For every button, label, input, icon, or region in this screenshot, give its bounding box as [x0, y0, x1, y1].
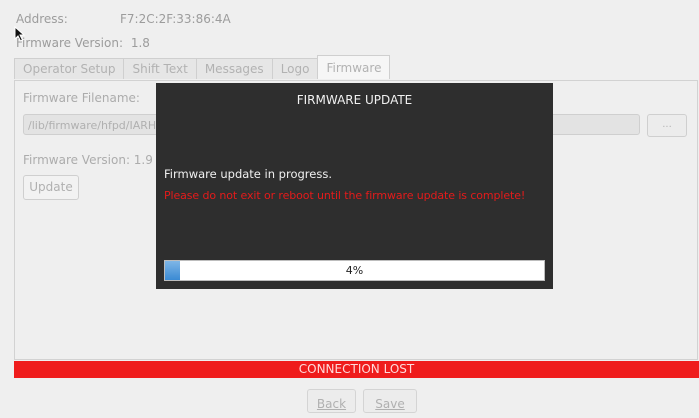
- address-value: F7:2C:2F:33:86:4A: [120, 12, 231, 26]
- tab-firmware[interactable]: Firmware: [317, 55, 391, 79]
- mouse-pointer-icon: [14, 26, 26, 42]
- dialog-warning-message: Please do not exit or reboot until the f…: [164, 189, 526, 202]
- address-row: Address: F7:2C:2F:33:86:4A: [16, 12, 231, 26]
- tab-operator-setup[interactable]: Operator Setup: [14, 58, 125, 79]
- firmware-version-value: 1.8: [130, 36, 150, 50]
- firmware-version-row: Firmware Version: 1.8: [16, 36, 150, 50]
- address-label: Address:: [16, 12, 68, 26]
- progress-bar: 4%: [164, 260, 545, 281]
- panel-firmware-version-label: Firmware Version: 1.9: [23, 153, 153, 167]
- connection-lost-banner: CONNECTION LOST: [14, 361, 699, 378]
- firmware-filename-label: Firmware Filename:: [23, 91, 140, 105]
- dialog-title: FIRMWARE UPDATE: [296, 93, 413, 107]
- tab-bar: Operator Setup Shift Text Messages Logo …: [14, 55, 391, 80]
- progress-percent: 4%: [345, 264, 364, 277]
- firmware-version-label: Firmware Version:: [16, 36, 123, 50]
- dialog-progress-message: Firmware update in progress.: [164, 167, 332, 181]
- firmware-update-dialog: FIRMWARE UPDATE Firmware update in progr…: [156, 83, 553, 289]
- update-button[interactable]: Update: [23, 175, 79, 200]
- tab-messages[interactable]: Messages: [195, 58, 273, 79]
- tab-shift-text[interactable]: Shift Text: [123, 58, 197, 79]
- save-button[interactable]: Save: [363, 389, 417, 413]
- back-button[interactable]: Back: [307, 389, 356, 413]
- browse-button[interactable]: ...: [647, 114, 687, 137]
- tab-logo[interactable]: Logo: [271, 58, 319, 79]
